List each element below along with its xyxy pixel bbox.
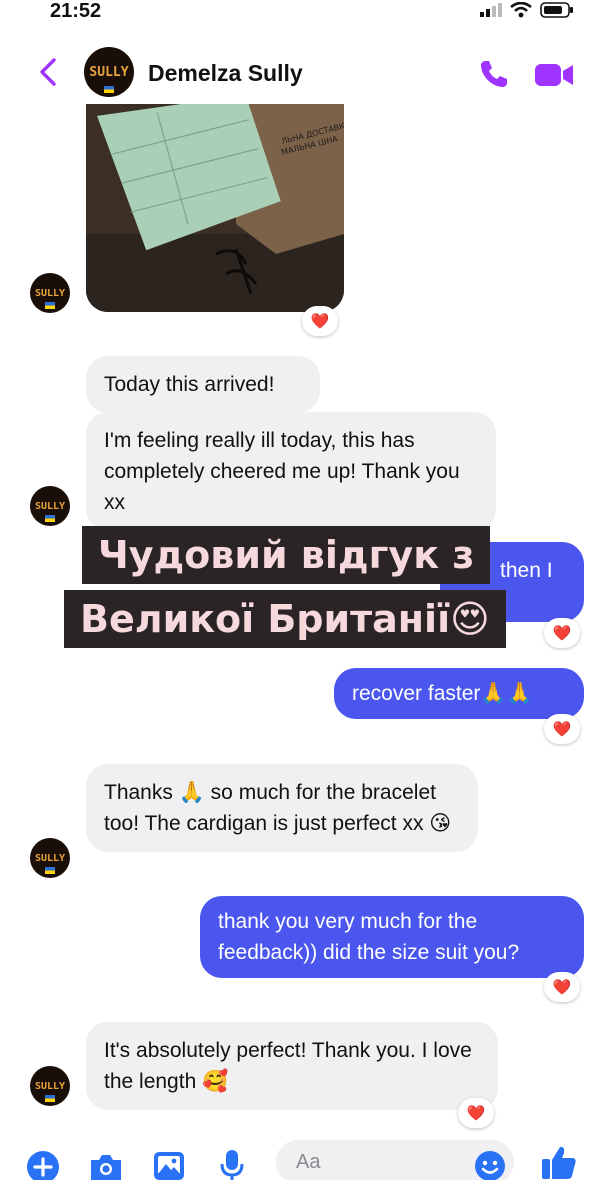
battery-icon [540,2,573,18]
avatar-text: SULLY [89,64,129,80]
outgoing-message[interactable]: thank you very much for the feedback)) d… [200,896,584,978]
delivery-box-photo: ЛЬНА ДОСТАВКА МАЛЬНА ЦІНА [86,104,344,312]
reaction-heart[interactable]: ❤️ [302,306,338,336]
ukraine-flag-icon [45,515,55,522]
ukraine-flag-icon [45,867,55,874]
status-time: 21:52 [50,0,102,22]
message-text: recover faster🙏🙏 [352,682,533,705]
conversation-header: SULLY Demelza Sully [0,36,604,108]
message-text: Thanks 🙏 so much for the bracelet too! T… [104,781,452,835]
image-attachment[interactable]: ЛЬНА ДОСТАВКА МАЛЬНА ЦІНА [86,104,344,312]
cellular-signal-icon [480,3,502,17]
camera-icon[interactable] [88,1152,124,1180]
overlay-caption-line-1: Чудовий відгук з [82,526,491,584]
avatar-text: SULLY [34,1080,66,1092]
reaction-heart[interactable]: ❤️ [544,714,580,744]
reaction-emoji: ❤️ [552,721,572,738]
video-camera-icon[interactable] [534,62,574,88]
incoming-message[interactable]: Thanks 🙏 so much for the bracelet too! T… [86,764,478,852]
reaction-emoji: ❤️ [552,979,572,996]
sender-avatar[interactable]: SULLY [30,1066,70,1106]
message-text: It's absolutely perfect! Thank you. I lo… [104,1039,472,1093]
avatar-text: SULLY [34,287,66,299]
avatar-text: SULLY [34,852,66,864]
plus-icon[interactable] [26,1150,60,1180]
back-chevron-icon[interactable] [34,54,64,90]
message-input-placeholder: Aa [296,1151,321,1173]
sender-avatar[interactable]: SULLY [30,273,70,313]
emoji-icon[interactable] [474,1150,506,1180]
incoming-message[interactable]: Today this arrived! [86,356,320,413]
ukraine-flag-icon [45,302,55,309]
message-text: then I [500,559,553,582]
reaction-heart[interactable]: ❤️ [458,1098,494,1128]
sender-avatar[interactable]: SULLY [30,486,70,526]
avatar-text: SULLY [34,500,66,512]
incoming-message[interactable]: I'm feeling really ill today, this has c… [86,412,496,531]
incoming-message[interactable]: It's absolutely perfect! Thank you. I lo… [86,1022,498,1110]
reaction-emoji: ❤️ [466,1105,486,1122]
overlay-caption-line-2: Великої Британії😍 [64,590,506,648]
sender-avatar[interactable]: SULLY [30,838,70,878]
gallery-icon[interactable] [152,1150,186,1180]
contact-avatar[interactable]: SULLY [84,47,134,97]
outgoing-message[interactable]: recover faster🙏🙏 [334,668,584,719]
reaction-heart[interactable]: ❤️ [544,972,580,1002]
contact-name[interactable]: Demelza Sully [148,60,303,87]
microphone-icon[interactable] [218,1148,246,1180]
reaction-heart[interactable]: ❤️ [544,618,580,648]
reaction-emoji: ❤️ [552,625,572,642]
reaction-emoji: ❤️ [310,313,330,330]
status-icons [480,2,574,18]
message-text: Today this arrived! [104,373,275,396]
status-bar: 21:52 [0,0,604,30]
ukraine-flag-icon [45,1095,55,1102]
message-text: thank you very much for the feedback)) d… [218,910,520,964]
message-text: I'm feeling really ill today, this has c… [104,429,460,514]
wifi-icon [510,2,532,18]
phone-icon[interactable] [478,58,510,90]
thumbs-up-icon[interactable] [540,1144,578,1180]
message-composer: Aa [0,1136,604,1180]
ukraine-flag-icon [104,86,114,93]
